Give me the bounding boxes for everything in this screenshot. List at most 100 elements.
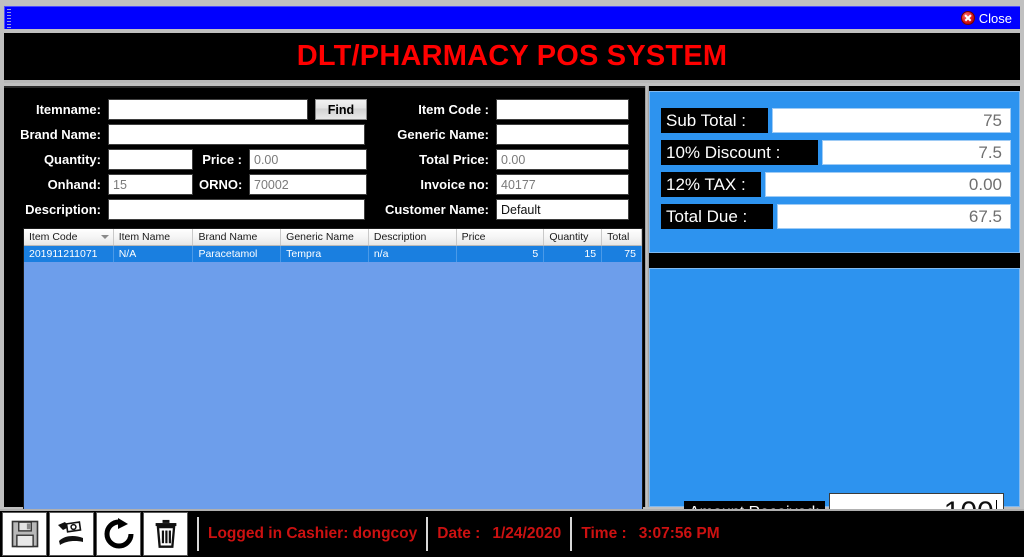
field-input-orno[interactable]: 70002 [249, 174, 367, 195]
grid-column-header[interactable]: Total [602, 229, 642, 245]
total-row: Sub Total :75 [661, 108, 1011, 133]
grid-column-header[interactable]: Item Code [24, 229, 114, 245]
grid-column-label: Generic Name [286, 231, 354, 243]
form-row: ORNO:70002 [199, 174, 367, 195]
page-title: DLT/PHARMACY POS SYSTEM [297, 40, 728, 73]
table-cell-item-code: 201911211071 [24, 246, 114, 262]
field-input-quantity[interactable] [108, 149, 193, 170]
summary-panel: Sub Total :75 10% Discount :7.5 12% TAX :0… [649, 86, 1020, 507]
grid-column-label: Price [462, 231, 486, 243]
payment-box: Amount Received: 100 Change : 32.5 [649, 268, 1020, 507]
time-label: Time : [581, 525, 626, 543]
table-cell-description: n/a [369, 246, 457, 262]
grid-header-row: Item Code Item Name Brand Name Generic Name… [24, 229, 642, 246]
chevron-down-icon[interactable] [101, 235, 109, 239]
field-input-invoice-no[interactable]: 40177 [496, 174, 629, 195]
table-cell-brand-name: Paracetamol [193, 246, 281, 262]
field-label: Price : [199, 152, 249, 167]
total-row: 10% Discount :7.5 [661, 140, 1011, 165]
grid-column-header[interactable]: Description [369, 229, 457, 245]
grid-column-label: Description [374, 231, 427, 243]
app-header-banner: DLT/PHARMACY POS SYSTEM [4, 33, 1020, 83]
field-label: Onhand: [10, 177, 108, 192]
refresh-icon[interactable] [96, 512, 141, 556]
close-button-label: Close [979, 11, 1012, 26]
total-label: Sub Total : [661, 108, 768, 133]
cashier-status: Logged in Cashier: dongcoy [208, 525, 417, 543]
form-row: Description: [10, 199, 365, 220]
field-input-description[interactable] [108, 199, 365, 220]
field-label: Item Code : [369, 102, 496, 117]
form-row: Onhand:15 [10, 174, 193, 195]
status-divider [570, 517, 572, 551]
totals-box: Sub Total :75 10% Discount :7.5 12% TAX :0… [649, 91, 1020, 253]
total-label: Total Due : [661, 204, 773, 229]
form-row: Brand Name: [10, 124, 365, 145]
status-divider [426, 517, 428, 551]
field-label: Quantity: [10, 152, 108, 167]
grid-column-label: Brand Name [198, 231, 257, 243]
grid-column-header[interactable]: Quantity [544, 229, 602, 245]
field-input-itemname[interactable] [108, 99, 308, 120]
field-input-item-code[interactable] [496, 99, 629, 120]
field-input-generic-name[interactable] [496, 124, 629, 145]
item-entry-form: Itemname:Brand Name:Quantity:Onhand:15De… [4, 88, 645, 224]
field-label: Generic Name: [369, 127, 496, 142]
grid-column-header[interactable]: Generic Name [281, 229, 369, 245]
grid-column-header[interactable]: Item Name [114, 229, 194, 245]
field-input-brand-name[interactable] [108, 124, 365, 145]
field-label: ORNO: [199, 177, 249, 192]
find-button[interactable]: Find [315, 99, 367, 120]
total-value-total-due: 67.5 [777, 204, 1011, 229]
form-row: Item Code : [369, 99, 629, 120]
grid-column-header[interactable]: Brand Name [193, 229, 281, 245]
field-label: Brand Name: [10, 127, 108, 142]
total-label: 12% TAX : [661, 172, 761, 197]
entry-panel: Itemname:Brand Name:Quantity:Onhand:15De… [4, 86, 645, 507]
field-label: Itemname: [10, 102, 108, 117]
field-label: Invoice no: [369, 177, 496, 192]
grid-column-label: Total [607, 231, 629, 243]
grid-column-label: Quantity [549, 231, 588, 243]
date-value: 1/24/2020 [492, 525, 561, 543]
grid-column-label: Item Name [119, 231, 170, 243]
field-label: Customer Name: [369, 202, 496, 217]
total-row: Total Due :67.5 [661, 204, 1011, 229]
total-value-12-tax: 0.00 [765, 172, 1011, 197]
form-row: Generic Name: [369, 124, 629, 145]
form-row: Itemname: [10, 99, 308, 120]
grid-body: 201911211071N/AParacetamolTempran/a51575 [24, 246, 642, 262]
field-input-price[interactable]: 0.00 [249, 149, 367, 170]
table-cell-quantity: 15 [544, 246, 602, 262]
field-label: Total Price: [369, 152, 496, 167]
delete-icon[interactable] [143, 512, 188, 556]
titlebar-grip [7, 9, 11, 28]
date-label: Date : [437, 525, 480, 543]
cart-items-grid[interactable]: Item Code Item Name Brand Name Generic Name… [23, 228, 643, 528]
close-circle-icon [961, 11, 975, 25]
form-row: Price :0.00 [199, 149, 367, 170]
total-value-10-discount: 7.5 [822, 140, 1011, 165]
time-value: 3:07:56 PM [639, 525, 720, 543]
table-cell-price: 5 [457, 246, 545, 262]
status-divider [197, 517, 199, 551]
table-cell-total: 75 [602, 246, 642, 262]
window-titlebar: Close [4, 6, 1020, 29]
form-row: Quantity: [10, 149, 193, 170]
total-label: 10% Discount : [661, 140, 818, 165]
save-icon[interactable] [2, 512, 47, 556]
grid-column-label: Item Code [29, 231, 77, 243]
total-value-sub-total: 75 [772, 108, 1011, 133]
close-button[interactable]: Close [961, 11, 1012, 26]
grid-column-header[interactable]: Price [457, 229, 545, 245]
field-input-onhand[interactable]: 15 [108, 174, 193, 195]
field-input-customer-name[interactable]: Default [496, 199, 629, 220]
table-row[interactable]: 201911211071N/AParacetamolTempran/a51575 [24, 246, 642, 262]
form-row: Total Price:0.00 [369, 149, 629, 170]
status-bar: Logged in Cashier: dongcoy Date : 1/24/2… [0, 509, 1024, 557]
field-label: Description: [10, 202, 108, 217]
table-cell-item-name: N/A [114, 246, 194, 262]
field-input-total-price[interactable]: 0.00 [496, 149, 629, 170]
total-row: 12% TAX :0.00 [661, 172, 1011, 197]
payment-icon[interactable] [49, 512, 94, 556]
